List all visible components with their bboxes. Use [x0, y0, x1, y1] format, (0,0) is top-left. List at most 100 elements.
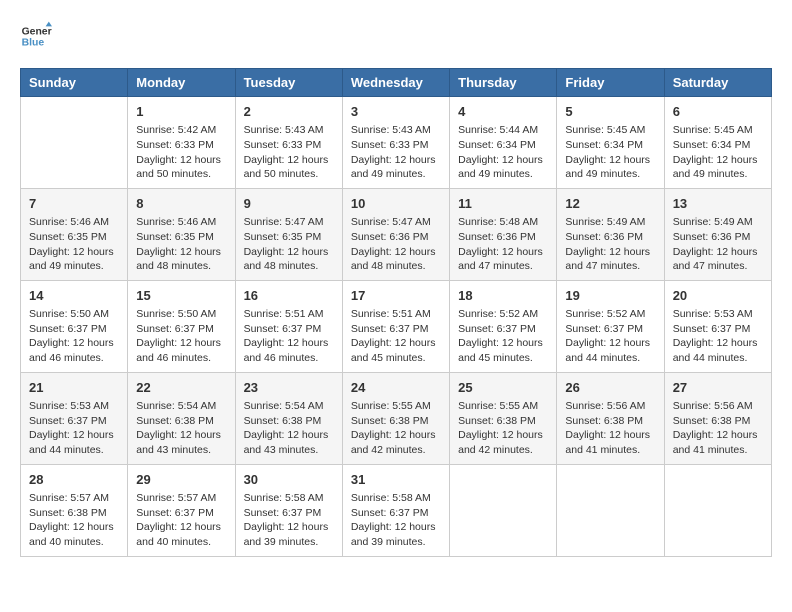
day-info: Sunrise: 5:46 AM Sunset: 6:35 PM Dayligh… — [136, 215, 226, 274]
day-info: Sunrise: 5:56 AM Sunset: 6:38 PM Dayligh… — [673, 399, 763, 458]
day-info: Sunrise: 5:49 AM Sunset: 6:36 PM Dayligh… — [673, 215, 763, 274]
calendar-week-row: 14 Sunrise: 5:50 AM Sunset: 6:37 PM Dayli… — [21, 280, 772, 372]
calendar-cell: 27 Sunrise: 5:56 AM Sunset: 6:38 PM Dayli… — [664, 372, 771, 464]
calendar-cell: 25Sunrise: 5:55 AM Sunset: 6:38 PM Dayli… — [450, 372, 557, 464]
day-number: 12 — [565, 195, 655, 213]
day-number: 24 — [351, 379, 441, 397]
calendar-cell: 16 Sunrise: 5:51 AM Sunset: 6:37 PM Dayli… — [235, 280, 342, 372]
calendar-week-row: 7 Sunrise: 5:46 AM Sunset: 6:35 PM Daylig… — [21, 188, 772, 280]
calendar-cell: 20Sunrise: 5:53 AM Sunset: 6:37 PM Dayli… — [664, 280, 771, 372]
weekday-header: Wednesday — [342, 69, 449, 97]
weekday-header: Friday — [557, 69, 664, 97]
calendar-cell: 29Sunrise: 5:57 AM Sunset: 6:37 PM Dayli… — [128, 464, 235, 556]
svg-text:Blue: Blue — [22, 38, 45, 49]
day-info: Sunrise: 5:51 AM Sunset: 6:37 PM Dayligh… — [244, 307, 334, 366]
day-number: 19 — [565, 287, 655, 305]
day-number: 1 — [136, 103, 226, 121]
calendar-cell — [557, 464, 664, 556]
logo-icon: General Blue — [20, 20, 52, 52]
calendar-week-row: 21 Sunrise: 5:53 AM Sunset: 6:37 PM Dayli… — [21, 372, 772, 464]
day-number: 16 — [244, 287, 334, 305]
calendar-cell: 22 Sunrise: 5:54 AM Sunset: 6:38 PM Dayli… — [128, 372, 235, 464]
day-number: 9 — [244, 195, 334, 213]
calendar-cell: 4Sunrise: 5:44 AM Sunset: 6:34 PM Daylig… — [450, 97, 557, 189]
calendar-cell: 1 Sunrise: 5:42 AM Sunset: 6:33 PM Daylig… — [128, 97, 235, 189]
calendar-cell: 14Sunrise: 5:50 AM Sunset: 6:37 PM Dayli… — [21, 280, 128, 372]
day-info: Sunrise: 5:48 AM Sunset: 6:36 PM Dayligh… — [458, 215, 548, 274]
day-info: Sunrise: 5:57 AM Sunset: 6:38 PM Dayligh… — [29, 491, 119, 550]
day-info: Sunrise: 5:55 AM Sunset: 6:38 PM Dayligh… — [351, 399, 441, 458]
weekday-header: Saturday — [664, 69, 771, 97]
day-info: Sunrise: 5:54 AM Sunset: 6:38 PM Dayligh… — [136, 399, 226, 458]
calendar-cell: 11 Sunrise: 5:48 AM Sunset: 6:36 PM Dayli… — [450, 188, 557, 280]
calendar-cell: 10 Sunrise: 5:47 AM Sunset: 6:36 PM Dayli… — [342, 188, 449, 280]
day-number: 22 — [136, 379, 226, 397]
day-info: Sunrise: 5:49 AM Sunset: 6:36 PM Dayligh… — [565, 215, 655, 274]
calendar-cell: 15 Sunrise: 5:50 AM Sunset: 6:37 PM Dayli… — [128, 280, 235, 372]
calendar-header: SundayMondayTuesdayWednesdayThursdayFrid… — [21, 69, 772, 97]
calendar-cell: 17Sunrise: 5:51 AM Sunset: 6:37 PM Dayli… — [342, 280, 449, 372]
calendar-cell: 28 Sunrise: 5:57 AM Sunset: 6:38 PM Dayli… — [21, 464, 128, 556]
day-number: 7 — [29, 195, 119, 213]
calendar-cell: 23Sunrise: 5:54 AM Sunset: 6:38 PM Dayli… — [235, 372, 342, 464]
day-number: 15 — [136, 287, 226, 305]
day-number: 14 — [29, 287, 119, 305]
day-info: Sunrise: 5:47 AM Sunset: 6:36 PM Dayligh… — [351, 215, 441, 274]
day-number: 28 — [29, 471, 119, 489]
day-info: Sunrise: 5:47 AM Sunset: 6:35 PM Dayligh… — [244, 215, 334, 274]
day-number: 3 — [351, 103, 441, 121]
calendar-cell: 2 Sunrise: 5:43 AM Sunset: 6:33 PM Daylig… — [235, 97, 342, 189]
weekday-header: Thursday — [450, 69, 557, 97]
day-number: 13 — [673, 195, 763, 213]
calendar-cell: 8 Sunrise: 5:46 AM Sunset: 6:35 PM Daylig… — [128, 188, 235, 280]
weekday-header: Monday — [128, 69, 235, 97]
day-info: Sunrise: 5:58 AM Sunset: 6:37 PM Dayligh… — [351, 491, 441, 550]
day-number: 11 — [458, 195, 548, 213]
weekday-header: Sunday — [21, 69, 128, 97]
day-info: Sunrise: 5:45 AM Sunset: 6:34 PM Dayligh… — [673, 123, 763, 182]
calendar-cell: 5 Sunrise: 5:45 AM Sunset: 6:34 PM Daylig… — [557, 97, 664, 189]
day-info: Sunrise: 5:50 AM Sunset: 6:37 PM Dayligh… — [136, 307, 226, 366]
calendar-cell: 9 Sunrise: 5:47 AM Sunset: 6:35 PM Daylig… — [235, 188, 342, 280]
calendar-cell — [664, 464, 771, 556]
day-number: 6 — [673, 103, 763, 121]
calendar-cell: 24 Sunrise: 5:55 AM Sunset: 6:38 PM Dayli… — [342, 372, 449, 464]
day-number: 17 — [351, 287, 441, 305]
day-number: 2 — [244, 103, 334, 121]
day-info: Sunrise: 5:56 AM Sunset: 6:38 PM Dayligh… — [565, 399, 655, 458]
day-number: 25 — [458, 379, 548, 397]
day-info: Sunrise: 5:53 AM Sunset: 6:37 PM Dayligh… — [673, 307, 763, 366]
day-number: 21 — [29, 379, 119, 397]
calendar-cell: 19 Sunrise: 5:52 AM Sunset: 6:37 PM Dayli… — [557, 280, 664, 372]
day-number: 4 — [458, 103, 548, 121]
calendar-cell: 30 Sunrise: 5:58 AM Sunset: 6:37 PM Dayli… — [235, 464, 342, 556]
calendar-cell: 6 Sunrise: 5:45 AM Sunset: 6:34 PM Daylig… — [664, 97, 771, 189]
calendar-cell: 26Sunrise: 5:56 AM Sunset: 6:38 PM Dayli… — [557, 372, 664, 464]
calendar-cell: 21 Sunrise: 5:53 AM Sunset: 6:37 PM Dayli… — [21, 372, 128, 464]
day-info: Sunrise: 5:52 AM Sunset: 6:37 PM Dayligh… — [458, 307, 548, 366]
day-number: 8 — [136, 195, 226, 213]
day-info: Sunrise: 5:54 AM Sunset: 6:38 PM Dayligh… — [244, 399, 334, 458]
day-info: Sunrise: 5:53 AM Sunset: 6:37 PM Dayligh… — [29, 399, 119, 458]
day-number: 10 — [351, 195, 441, 213]
day-number: 30 — [244, 471, 334, 489]
calendar-cell: 13 Sunrise: 5:49 AM Sunset: 6:36 PM Dayli… — [664, 188, 771, 280]
calendar-table: SundayMondayTuesdayWednesdayThursdayFrid… — [20, 68, 772, 557]
day-info: Sunrise: 5:45 AM Sunset: 6:34 PM Dayligh… — [565, 123, 655, 182]
day-number: 29 — [136, 471, 226, 489]
day-info: Sunrise: 5:58 AM Sunset: 6:37 PM Dayligh… — [244, 491, 334, 550]
day-info: Sunrise: 5:43 AM Sunset: 6:33 PM Dayligh… — [244, 123, 334, 182]
day-number: 5 — [565, 103, 655, 121]
page-header: General Blue — [20, 20, 772, 52]
calendar-cell: 31 Sunrise: 5:58 AM Sunset: 6:37 PM Dayli… — [342, 464, 449, 556]
calendar-cell: 3Sunrise: 5:43 AM Sunset: 6:33 PM Daylig… — [342, 97, 449, 189]
calendar-week-row: 28 Sunrise: 5:57 AM Sunset: 6:38 PM Dayli… — [21, 464, 772, 556]
logo: General Blue — [20, 20, 52, 52]
day-number: 31 — [351, 471, 441, 489]
calendar-cell: 12 Sunrise: 5:49 AM Sunset: 6:36 PM Dayli… — [557, 188, 664, 280]
day-info: Sunrise: 5:46 AM Sunset: 6:35 PM Dayligh… — [29, 215, 119, 274]
day-info: Sunrise: 5:42 AM Sunset: 6:33 PM Dayligh… — [136, 123, 226, 182]
calendar-cell: 18Sunrise: 5:52 AM Sunset: 6:37 PM Dayli… — [450, 280, 557, 372]
day-info: Sunrise: 5:52 AM Sunset: 6:37 PM Dayligh… — [565, 307, 655, 366]
day-number: 27 — [673, 379, 763, 397]
